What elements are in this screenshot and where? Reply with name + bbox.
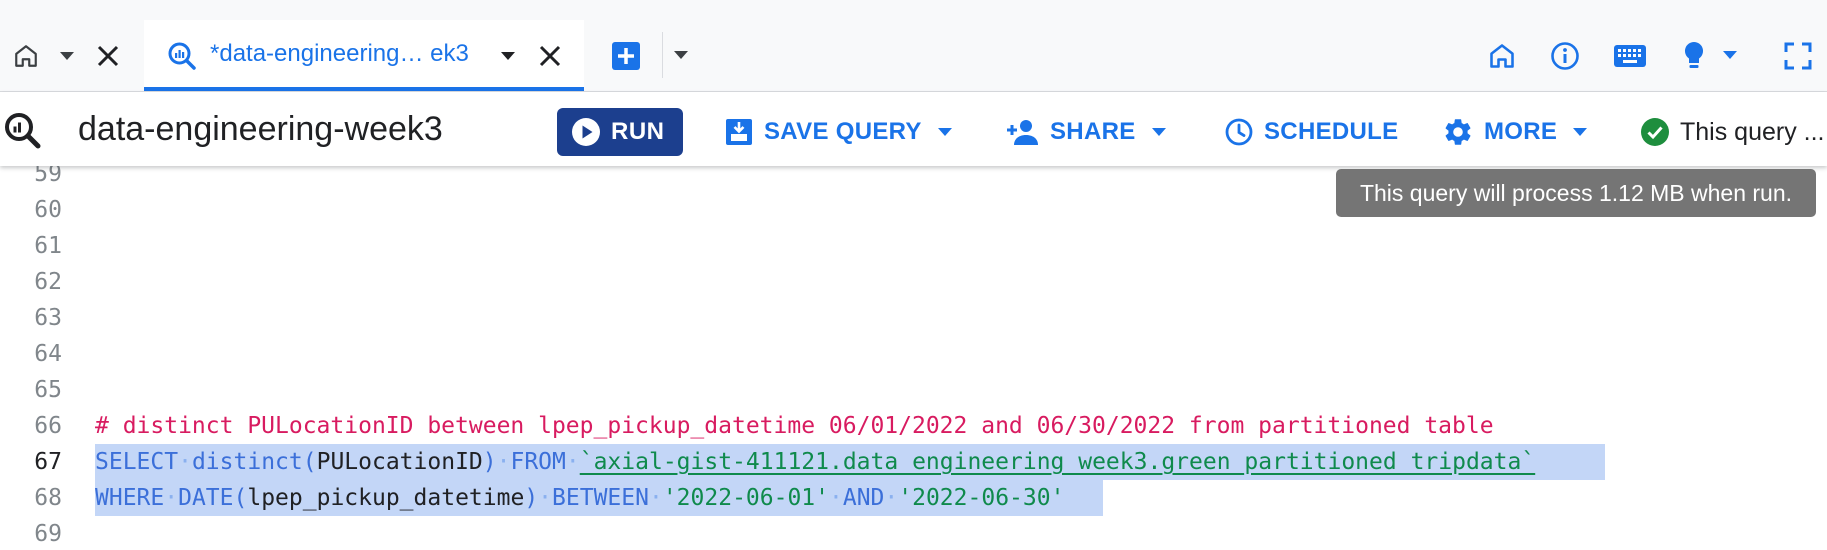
share-button[interactable]: SHARE <box>1006 108 1166 156</box>
tab-divider <box>662 32 663 78</box>
close-icon[interactable] <box>90 38 126 74</box>
code-line-66[interactable]: # distinct PULocationID between lpep_pic… <box>95 408 1494 444</box>
sql-paren: ) <box>482 449 497 475</box>
schedule-button[interactable]: SCHEDULE <box>1224 108 1398 156</box>
sql-keyword-where: WHERE <box>95 485 165 511</box>
schedule-label: SCHEDULE <box>1264 118 1399 145</box>
run-button[interactable]: RUN <box>557 108 683 156</box>
info-icon[interactable] <box>1547 38 1583 74</box>
tab-title: *data-engineering… ek3 <box>210 40 469 67</box>
fullscreen-icon[interactable] <box>1780 38 1816 74</box>
query-toolbar: data-engineering-week3 RUN SAVE QUERY SH… <box>0 92 1827 166</box>
line-number: 61 <box>34 233 62 259</box>
home-icon[interactable] <box>1484 38 1520 74</box>
line-number: 65 <box>34 377 62 403</box>
sql-string-start-date: '2022-06-01' <box>662 485 829 511</box>
tab-strip: *data-engineering… ek3 <box>0 0 1827 92</box>
bytes-processed-tooltip: This query will process 1.12 MB when run… <box>1336 169 1816 217</box>
line-number: 59 <box>34 166 62 187</box>
gear-icon <box>1445 119 1471 145</box>
home-icon[interactable] <box>10 40 42 72</box>
validation-status[interactable]: This query ... <box>1640 108 1825 156</box>
lightbulb-dropdown-icon[interactable] <box>1718 42 1742 68</box>
share-dropdown-icon <box>1151 128 1166 136</box>
chevron-down-icon[interactable] <box>54 40 80 72</box>
sql-column: PULocationID <box>316 449 483 475</box>
share-label: SHARE <box>1050 118 1136 145</box>
line-number-gutter: 59 60 61 62 63 64 65 66 67 68 69 <box>0 166 92 550</box>
line-number: 64 <box>34 341 62 367</box>
line-number-current: 67 <box>34 449 62 475</box>
sql-keyword-from: FROM <box>510 449 566 475</box>
save-icon <box>726 119 752 145</box>
add-box-icon[interactable] <box>610 40 642 72</box>
sql-comment: # distinct PULocationID between lpep_pic… <box>95 413 1494 439</box>
query-name[interactable]: data-engineering-week3 <box>78 110 443 149</box>
lightbulb-icon[interactable] <box>1678 38 1710 74</box>
sql-paren: ( <box>233 485 248 511</box>
sql-function-date: DATE <box>178 485 234 511</box>
clock-icon <box>1225 118 1253 146</box>
code-line-68[interactable]: WHERE·DATE(lpep_pickup_datetime)·BETWEEN… <box>95 480 1064 516</box>
sql-string-end-date: '2022-06-30' <box>898 485 1065 511</box>
line-number: 66 <box>34 413 62 439</box>
run-label: RUN <box>611 118 665 145</box>
status-text: This query ... <box>1680 117 1825 146</box>
sql-keyword-between: BETWEEN <box>552 485 649 511</box>
more-label: MORE <box>1484 118 1558 145</box>
sql-keyword-distinct: distinct <box>191 449 303 475</box>
more-dropdown-icon <box>1573 128 1588 136</box>
sql-editor[interactable]: 59 60 61 62 63 64 65 66 67 68 69 # disti… <box>0 166 1827 550</box>
tab-menu-chevron-icon[interactable] <box>496 44 520 68</box>
line-number: 60 <box>34 197 62 223</box>
keyboard-icon[interactable] <box>1610 38 1650 74</box>
line-number: 62 <box>34 269 62 295</box>
tabs-dropdown-icon[interactable] <box>668 42 694 68</box>
query-tab[interactable]: *data-engineering… ek3 <box>144 20 584 91</box>
save-query-button[interactable]: SAVE QUERY <box>724 108 952 156</box>
sql-paren: ) <box>524 485 539 511</box>
sql-column: lpep_pickup_datetime <box>247 485 525 511</box>
sql-paren: ( <box>302 449 317 475</box>
more-button[interactable]: MORE <box>1442 108 1588 156</box>
close-tab-icon[interactable] <box>532 38 568 74</box>
sql-keyword-select: SELECT <box>95 449 179 475</box>
sql-keyword-and: AND <box>842 485 885 511</box>
bigquery-query-icon <box>166 40 198 72</box>
line-number: 68 <box>34 485 62 511</box>
check-circle-icon <box>1641 118 1669 146</box>
person-add-icon <box>1007 120 1038 145</box>
code-line-67[interactable]: SELECT·distinct(PULocationID)·FROM·`axia… <box>95 444 1535 480</box>
line-number: 69 <box>34 521 62 547</box>
line-number: 63 <box>34 305 62 331</box>
sql-table-reference[interactable]: `axial-gist-411121.data_engineering_week… <box>580 449 1535 475</box>
bigquery-editor-icon <box>2 110 42 150</box>
save-query-label: SAVE QUERY <box>764 118 922 145</box>
play-circle-icon <box>572 118 600 146</box>
save-query-dropdown-icon <box>937 128 952 136</box>
